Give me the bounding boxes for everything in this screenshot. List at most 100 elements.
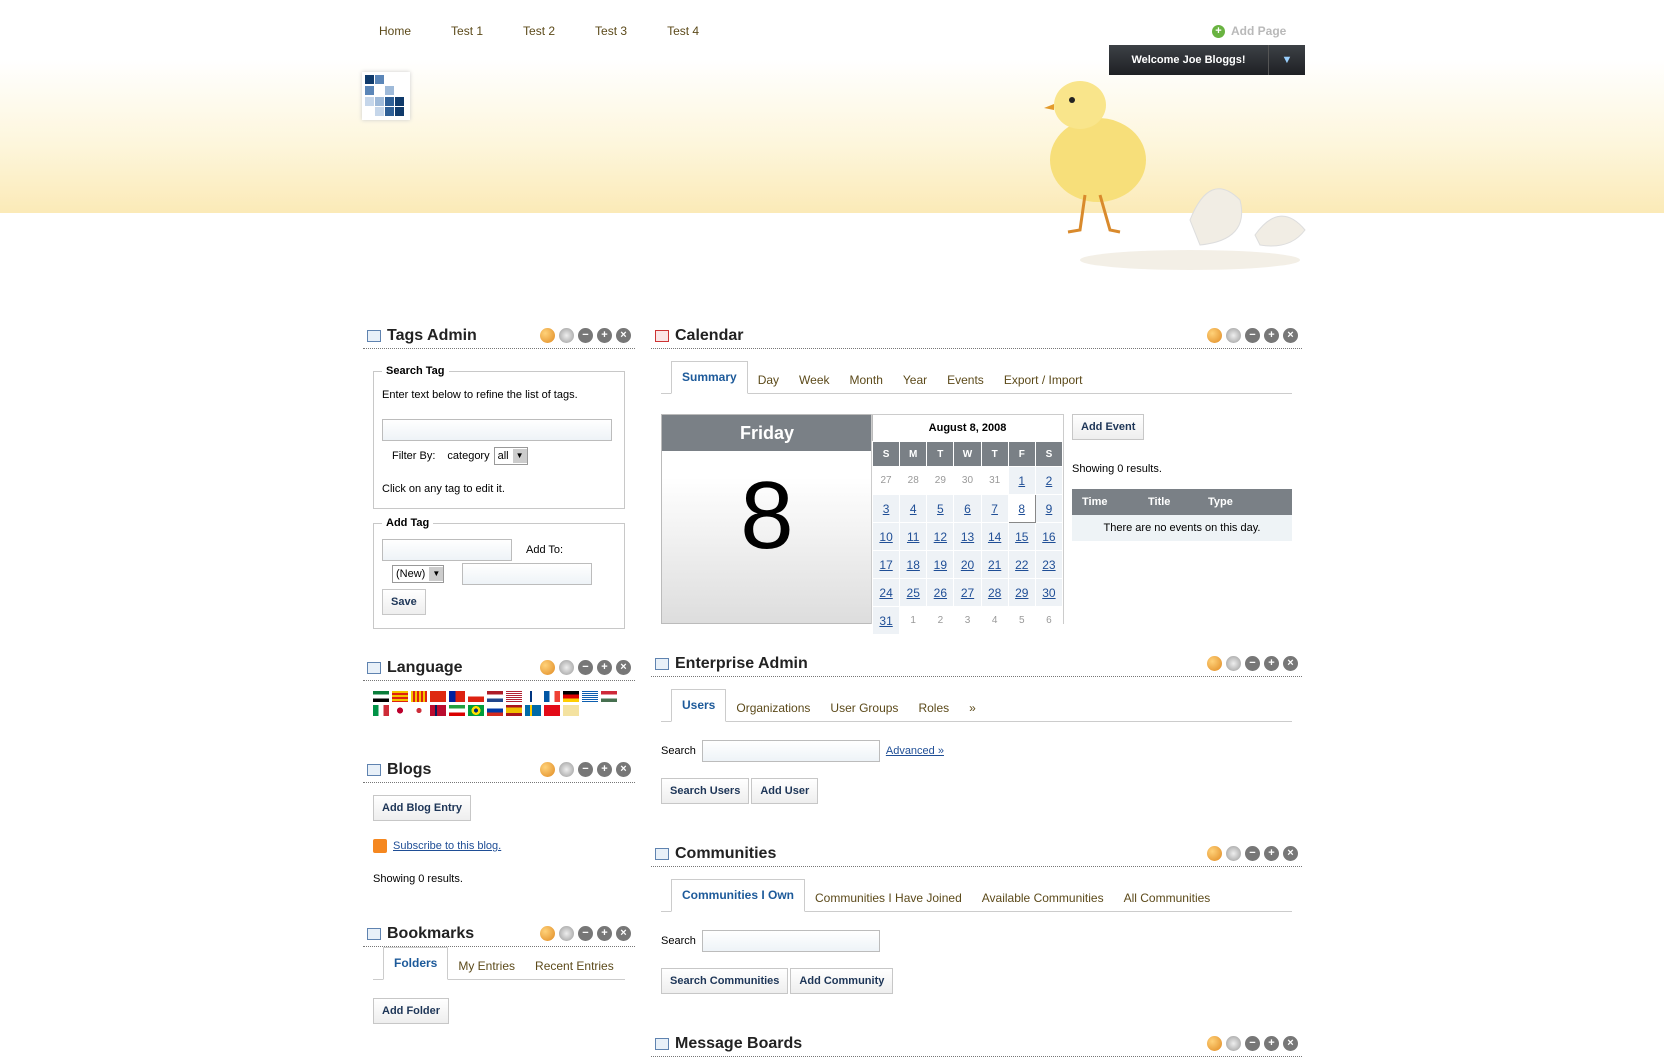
- calendar-day[interactable]: 9: [1034, 494, 1064, 523]
- calendar-day[interactable]: 21: [980, 550, 1009, 579]
- maximize-icon[interactable]: +: [1264, 1036, 1279, 1051]
- calendar-day-link[interactable]: 7: [991, 502, 998, 516]
- flag-taiwan-icon[interactable]: [449, 691, 465, 702]
- minimize-icon[interactable]: −: [1245, 656, 1260, 671]
- flag-russian-icon[interactable]: [487, 705, 503, 716]
- tab-communities-joined[interactable]: Communities I Have Joined: [805, 885, 972, 911]
- calendar-day[interactable]: 14: [980, 522, 1009, 551]
- maximize-icon[interactable]: +: [1264, 328, 1279, 343]
- configuration-icon[interactable]: [559, 762, 574, 777]
- look-and-feel-icon[interactable]: [540, 762, 555, 777]
- tab-week[interactable]: Week: [789, 367, 839, 393]
- calendar-day[interactable]: 3: [871, 494, 901, 523]
- flag-portuguese-icon[interactable]: [468, 705, 484, 716]
- calendar-day[interactable]: 17: [871, 550, 901, 579]
- tab-available-communities[interactable]: Available Communities: [972, 885, 1114, 911]
- add-event-button[interactable]: Add Event: [1072, 414, 1145, 440]
- calendar-day[interactable]: 16: [1034, 522, 1064, 551]
- calendar-day-link[interactable]: 5: [937, 502, 944, 516]
- calendar-day[interactable]: 29: [1007, 578, 1036, 607]
- nav-test-1[interactable]: Test 1: [451, 24, 483, 38]
- minimize-icon[interactable]: −: [1245, 328, 1260, 343]
- calendar-day[interactable]: 27: [953, 578, 982, 607]
- calendar-day-link[interactable]: 20: [961, 558, 974, 572]
- minimize-icon[interactable]: −: [1245, 846, 1260, 861]
- calendar-day[interactable]: 23: [1034, 550, 1064, 579]
- tab-month[interactable]: Month: [840, 367, 893, 393]
- tab-communities-i-own[interactable]: Communities I Own: [671, 879, 806, 912]
- nav-test-2[interactable]: Test 2: [523, 24, 555, 38]
- minimize-icon[interactable]: −: [578, 926, 593, 941]
- calendar-day-link[interactable]: 13: [961, 530, 974, 544]
- add-blog-entry-button[interactable]: Add Blog Entry: [373, 795, 472, 821]
- calendar-day-link[interactable]: 16: [1042, 530, 1055, 544]
- close-icon[interactable]: ×: [1283, 846, 1298, 861]
- calendar-day-link[interactable]: 27: [961, 586, 974, 600]
- add-folder-button[interactable]: Add Folder: [373, 998, 450, 1024]
- calendar-day-link[interactable]: 29: [1015, 586, 1028, 600]
- flag-catalan-icon[interactable]: [392, 691, 408, 702]
- tab-all-communities[interactable]: All Communities: [1114, 885, 1221, 911]
- calendar-day[interactable]: 2: [1034, 466, 1064, 495]
- configuration-icon[interactable]: [1226, 1036, 1241, 1051]
- calendar-day-link[interactable]: 23: [1042, 558, 1055, 572]
- calendar-day-link[interactable]: 25: [907, 586, 920, 600]
- flag-dutch-icon[interactable]: [487, 691, 503, 702]
- minimize-icon[interactable]: −: [1245, 1036, 1260, 1051]
- add-community-button[interactable]: Add Community: [790, 968, 894, 994]
- tab-events[interactable]: Events: [937, 367, 994, 393]
- configuration-icon[interactable]: [559, 926, 574, 941]
- community-search-input[interactable]: [701, 930, 880, 952]
- close-icon[interactable]: ×: [1283, 328, 1298, 343]
- nav-test-4[interactable]: Test 4: [667, 24, 699, 38]
- flag-japanese-icon[interactable]: [392, 705, 408, 716]
- flag-korean-icon[interactable]: [411, 705, 427, 716]
- calendar-day[interactable]: 31: [871, 606, 901, 635]
- maximize-icon[interactable]: +: [597, 926, 612, 941]
- calendar-day-link[interactable]: 10: [879, 530, 892, 544]
- calendar-day[interactable]: 25: [899, 578, 928, 607]
- calendar-day-link[interactable]: 26: [934, 586, 947, 600]
- calendar-day-link[interactable]: 14: [988, 530, 1001, 544]
- calendar-day[interactable]: 8: [1007, 494, 1036, 523]
- new-tag-input[interactable]: [382, 539, 512, 561]
- look-and-feel-icon[interactable]: [1207, 1036, 1222, 1051]
- minimize-icon[interactable]: −: [578, 660, 593, 675]
- calendar-day[interactable]: 1: [1007, 466, 1036, 495]
- minimize-icon[interactable]: −: [578, 328, 593, 343]
- filter-select[interactable]: all ▼: [493, 447, 528, 465]
- calendar-day-link[interactable]: 19: [934, 558, 947, 572]
- flag-hungarian-icon[interactable]: [601, 691, 617, 702]
- flag-finnish-icon[interactable]: [525, 691, 541, 702]
- calendar-day[interactable]: 26: [926, 578, 955, 607]
- calendar-day[interactable]: 19: [926, 550, 955, 579]
- add-page-link[interactable]: + Add Page: [1212, 24, 1286, 38]
- calendar-day[interactable]: 24: [871, 578, 901, 607]
- configuration-icon[interactable]: [1226, 846, 1241, 861]
- calendar-day[interactable]: 12: [926, 522, 955, 551]
- flag-catalan-alt-icon[interactable]: [411, 691, 427, 702]
- minimize-icon[interactable]: −: [578, 762, 593, 777]
- calendar-day[interactable]: 10: [871, 522, 901, 551]
- close-icon[interactable]: ×: [1283, 656, 1298, 671]
- close-icon[interactable]: ×: [1283, 1036, 1298, 1051]
- calendar-day-link[interactable]: 24: [879, 586, 892, 600]
- tab-summary[interactable]: Summary: [671, 361, 748, 394]
- tab-roles[interactable]: Roles: [908, 695, 959, 721]
- calendar-day[interactable]: 7: [980, 494, 1009, 523]
- tag-search-input[interactable]: [382, 419, 612, 441]
- calendar-day-link[interactable]: 21: [988, 558, 1001, 572]
- save-button[interactable]: Save: [382, 589, 426, 615]
- maximize-icon[interactable]: +: [597, 328, 612, 343]
- calendar-day[interactable]: 20: [953, 550, 982, 579]
- calendar-day-link[interactable]: 2: [1046, 474, 1053, 488]
- tab-user-groups[interactable]: User Groups: [820, 695, 908, 721]
- advanced-search-link[interactable]: Advanced »: [886, 745, 944, 757]
- calendar-day-link[interactable]: 22: [1015, 558, 1028, 572]
- flag-turkish-icon[interactable]: [544, 705, 560, 716]
- flag-norwegian-icon[interactable]: [430, 705, 446, 716]
- flag-swedish-icon[interactable]: [525, 705, 541, 716]
- flag-spanish-icon[interactable]: [506, 705, 522, 716]
- calendar-day[interactable]: 28: [980, 578, 1009, 607]
- calendar-day[interactable]: 6: [953, 494, 982, 523]
